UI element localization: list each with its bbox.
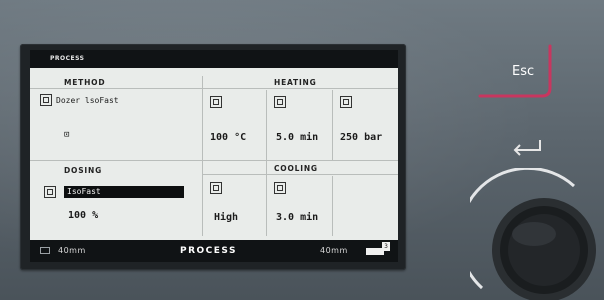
grid-divider: [30, 88, 398, 89]
temperature-icon: [210, 96, 222, 108]
screen-header-label: PROCESS: [50, 55, 85, 62]
esc-label: Esc: [512, 64, 535, 79]
dosing-program-name: IsoFast: [67, 187, 101, 196]
dosing-program-field[interactable]: IsoFast: [64, 186, 184, 198]
screen-footer: 40mm PROCESS 40mm 3: [30, 240, 398, 262]
rotary-knob[interactable]: [470, 168, 600, 300]
pressure-icon: [340, 96, 352, 108]
esc-button[interactable]: Esc: [470, 40, 562, 104]
grid-divider: [332, 90, 333, 160]
footer-left-icon: [40, 247, 50, 254]
footer-left-value: 40mm: [58, 246, 86, 255]
dosing-title: DOSING: [64, 166, 103, 175]
method-program-icon: [40, 94, 52, 106]
enter-icon[interactable]: [510, 138, 550, 158]
lock-icon: ⊡: [64, 130, 70, 140]
grid-divider: [332, 176, 333, 236]
dosing-icon: [44, 186, 56, 198]
cooling-time[interactable]: 3.0 min: [276, 212, 318, 223]
cooling-fan[interactable]: High: [214, 212, 238, 223]
grid-divider: [30, 160, 398, 161]
heating-time[interactable]: 5.0 min: [276, 132, 318, 143]
method-title: METHOD: [64, 78, 106, 87]
heating-pressure[interactable]: 250 bar: [340, 132, 382, 143]
footer-right-value: 40mm: [320, 246, 348, 255]
lcd-screen: PROCESS METHOD Dozer lsoFast ⊡ HEATING 1…: [30, 50, 398, 262]
method-program-name[interactable]: Dozer lsoFast: [56, 96, 119, 105]
grid-divider: [266, 90, 267, 236]
footer-badge: 3: [382, 242, 390, 251]
heating-title: HEATING: [274, 78, 317, 87]
cooling-title: COOLING: [274, 164, 318, 173]
grid-divider: [202, 76, 203, 236]
screen-header: PROCESS: [30, 50, 398, 68]
footer-title: PROCESS: [180, 246, 237, 256]
heating-temperature[interactable]: 100 °C: [210, 132, 246, 143]
grid-divider: [202, 174, 398, 175]
fan-icon: [210, 182, 222, 194]
dosing-amount[interactable]: 100 %: [68, 210, 98, 221]
heating-time-icon: [274, 96, 286, 108]
cooling-time-icon: [274, 182, 286, 194]
